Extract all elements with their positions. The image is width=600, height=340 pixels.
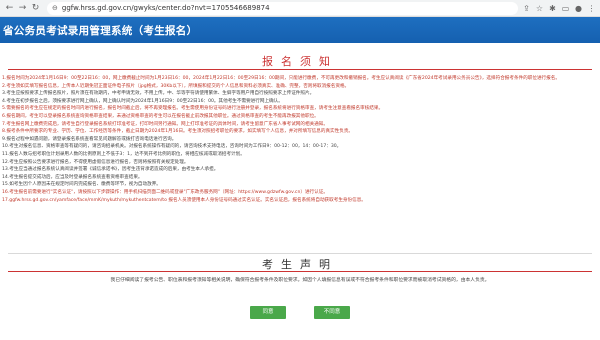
browser-window: ← → ↻ ⊖ ggfw.hrss.gd.gov.cn/gwyks/center… bbox=[0, 0, 600, 340]
agree-button[interactable]: 同意 bbox=[250, 306, 286, 319]
notice-line: 6.报名期间，考生可以登录报名系统查询资格审查结果，未通过资格审查的考生可以在报… bbox=[2, 113, 319, 119]
share-icon[interactable]: ⇪ bbox=[522, 4, 531, 13]
notice-list: 1.报名时间为2024年1月16日9：00至22日16：00，网上缴费截止时间为… bbox=[2, 75, 594, 204]
browser-toolbar: ← → ↻ ⊖ ggfw.hrss.gd.gov.cn/gwyks/center… bbox=[0, 0, 600, 17]
notice-line: 15.如考生因个人原因未在规定时间内完成报名、缴费等环节，视为自动放弃。 bbox=[2, 182, 161, 188]
notice-line: 17.ggfw.hrss.gd.gov.cn/yamface/face/mmK/… bbox=[2, 197, 366, 203]
profile-icon[interactable]: ● bbox=[574, 4, 583, 13]
notice-line: 8.报考条件中所要求的专业、学历、学位、工作经历等条件，截止日期为2024年1月… bbox=[2, 129, 354, 135]
notice-line: 13.考生应当通过报名系统认真阅读并签署《诚信承诺书》，因考生违背承诺造成的后果… bbox=[2, 167, 219, 173]
notice-line: 5.需要报名的考生应在规定的报名时间内进行报名，报名时间截止后，将不再受理报名。… bbox=[2, 106, 384, 112]
notice-line: 3.考生应按照要求上传报名照片，照片须在有效期内，中考申请无效，不用上传。中、华… bbox=[2, 91, 315, 97]
forward-icon[interactable]: → bbox=[17, 3, 28, 14]
action-buttons: 同意 不同意 bbox=[0, 306, 600, 319]
notice-line: 10.考生对报名信息、资格审查等有疑问的，请咨询招录机关。对报名系统操作有疑问的… bbox=[2, 144, 342, 150]
disagree-button[interactable]: 不同意 bbox=[314, 306, 350, 319]
sidebar-icon[interactable]: ▭ bbox=[561, 4, 570, 13]
back-icon[interactable]: ← bbox=[4, 3, 15, 14]
notice-line: 1.报名时间为2024年1月16日9：00至22日16：00，网上缴费截止时间为… bbox=[2, 76, 560, 81]
url-text: ggfw.hrss.gd.gov.cn/gwyks/center.do?nvt=… bbox=[61, 4, 270, 12]
notice-title: 报名须知 bbox=[262, 55, 338, 68]
notice-line: 4.考生在初步报名之后，须按要求进行网上确认，网上确认时间为2024年1月16日… bbox=[2, 98, 283, 104]
declaration-divider bbox=[8, 271, 592, 272]
extension-icon[interactable]: ✱ bbox=[548, 4, 557, 13]
menu-icon[interactable]: ⋮ bbox=[587, 4, 596, 13]
main-content: 报名须知 1.报名时间为2024年1月16日9：00至22日16：00，网上缴费… bbox=[0, 45, 600, 340]
notice-line: 9.报名过程中如遇问题，请登录报名系统查看常见问题解答或拨打咨询电话进行咨询。 bbox=[2, 136, 177, 142]
bookmark-icon[interactable]: ☆ bbox=[535, 4, 544, 13]
reload-icon[interactable]: ↻ bbox=[30, 3, 41, 14]
site-title: 省公务员考试录用管理系统（考生报名） bbox=[3, 24, 198, 37]
section-divider bbox=[8, 253, 592, 254]
toolbar-icons: ⇪ ☆ ✱ ▭ ● ⋮ bbox=[522, 4, 596, 13]
notice-line: 11.报名人数与招考职位计划录用人数的比例原则上不低于3：1，达不到开考比例的职… bbox=[2, 151, 245, 157]
notice-line: 16.考生报名前需要进行"实名认证"，请按照以下步骤操作：用手机扫描页面二维码或… bbox=[2, 189, 328, 195]
address-bar[interactable]: ⊖ ggfw.hrss.gd.gov.cn/gwyks/center.do?nv… bbox=[47, 1, 518, 15]
declaration-title: 考生声明 bbox=[262, 258, 338, 271]
site-info-icon[interactable]: ⊖ bbox=[52, 4, 58, 12]
notice-line: 14.考生报名提交成功后，应当及时登录报名系统查看资格审查结果。 bbox=[2, 174, 143, 180]
notice-line: 12.考生应按照公告要求进行报名，不得使用虚假信息进行报名，否则将按照有关规定处… bbox=[2, 159, 189, 165]
notice-line: 7.考生报名网上缴费完成后，请考生自行登录报名系统打印准考证，打印时间另行通知。… bbox=[2, 121, 328, 127]
declaration-text: 我已仔细阅读了报考公告、职位表和报考须知等相关说明，确保符合报考条件及职位要求。… bbox=[110, 278, 490, 283]
notice-divider bbox=[8, 69, 592, 70]
notice-line: 2.考生须如实填写报名信息，上传本人近期免冠正面证件电子照片（jpg格式，30K… bbox=[2, 83, 350, 89]
site-banner: 省公务员考试录用管理系统（考生报名） bbox=[0, 17, 600, 43]
